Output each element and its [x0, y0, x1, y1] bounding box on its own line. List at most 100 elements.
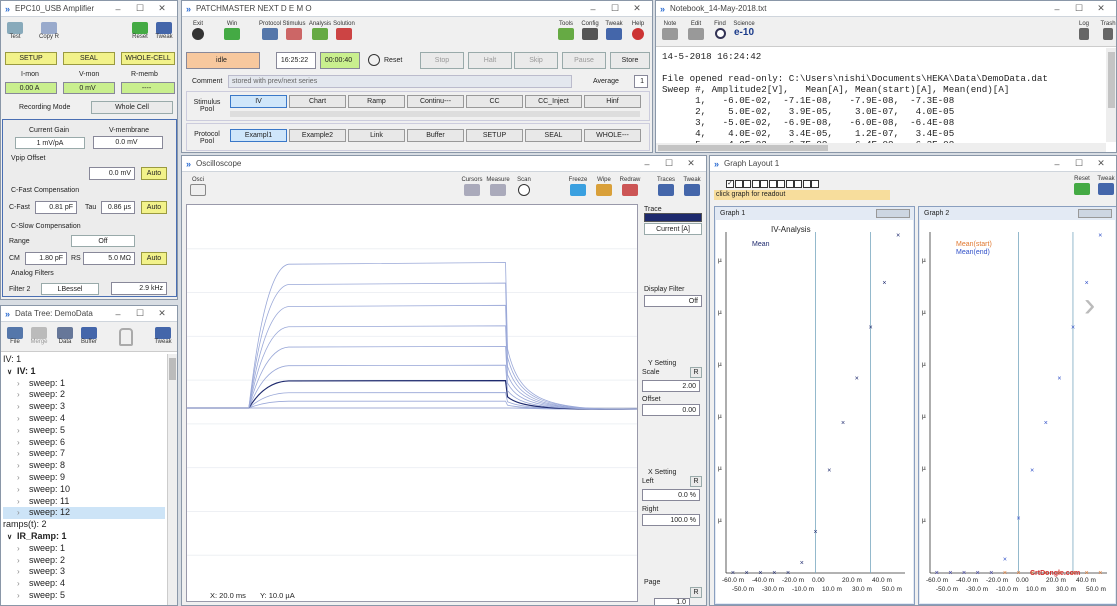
c-slow-auto-button[interactable]: Auto: [141, 252, 167, 265]
data-tool-button[interactable]: ​Data: [53, 326, 77, 350]
graph-select-checkbox[interactable]: ✓: [726, 180, 734, 188]
wipe-tool-button[interactable]: Wipe​: [592, 177, 616, 201]
stim-pool-item-1[interactable]: Chart: [289, 95, 346, 108]
close-button[interactable]: ✕: [151, 308, 173, 319]
tree-sweep-row[interactable]: › sweep: 3: [3, 401, 165, 413]
proto-pool-item-6[interactable]: WHOLE---: [584, 129, 641, 142]
c-fast-field[interactable]: 0.81 pF: [35, 201, 77, 214]
osci-tool-button[interactable]: Osci​: [186, 177, 210, 201]
tree-sweep-row[interactable]: › sweep: 6: [3, 437, 165, 449]
close-button[interactable]: ✕: [626, 3, 648, 14]
tree-sweep-row[interactable]: › sweep: 2: [3, 389, 165, 401]
stop-button[interactable]: Stop: [420, 52, 464, 69]
page-field[interactable]: 1.0: [654, 598, 690, 605]
chevron-right-icon[interactable]: ›: [17, 472, 29, 484]
file-tool-button[interactable]: ​File: [3, 326, 27, 350]
minimize-button[interactable]: –: [107, 309, 129, 319]
scale-field[interactable]: 2.00: [642, 380, 700, 392]
freeze-tool-button[interactable]: Freeze​: [566, 177, 590, 201]
graph-select-checkbox[interactable]: [802, 180, 811, 188]
halt-button[interactable]: Halt: [468, 52, 512, 69]
expand-chevron-icon[interactable]: ∨: [7, 532, 17, 544]
left-field[interactable]: 0.0 %: [642, 489, 700, 501]
tau-field[interactable]: 0.86 µs: [101, 201, 135, 214]
minimize-button[interactable]: –: [636, 159, 658, 169]
graph-select-checkbox[interactable]: [760, 180, 768, 188]
minimize-button[interactable]: –: [1046, 159, 1068, 169]
close-button[interactable]: ✕: [680, 158, 702, 169]
maximize-button[interactable]: ☐: [658, 158, 680, 169]
v-membrane-field[interactable]: 0.0 mV: [93, 136, 163, 149]
science-tool-button[interactable]: Science e-10: [732, 21, 756, 45]
analysis-tool-button[interactable]: Analysis​: [308, 21, 332, 45]
graph-select-checkbox[interactable]: [811, 180, 819, 188]
offset-field[interactable]: 0.00: [642, 404, 700, 416]
chevron-right-icon[interactable]: ›: [17, 378, 29, 390]
reset-tool-button[interactable]: ​Reset: [128, 21, 152, 45]
recording-mode-select[interactable]: Whole Cell: [91, 101, 173, 114]
trash-tool-button[interactable]: Trash​: [1096, 21, 1116, 45]
notebook-vscrollbar[interactable]: [1106, 48, 1116, 142]
tree-root-row[interactable]: IV: 1: [3, 354, 165, 366]
osc-tweak-tool-button[interactable]: Tweak​: [680, 177, 704, 201]
chevron-right-icon[interactable]: ›: [17, 578, 29, 590]
close-button[interactable]: ✕: [151, 3, 173, 14]
chevron-right-icon[interactable]: ›: [17, 566, 29, 578]
graph-reset-tool-button[interactable]: Reset​: [1070, 176, 1094, 200]
graph-1-window-buttons[interactable]: [876, 209, 910, 218]
test-tool-button[interactable]: ​Test: [3, 21, 27, 45]
maximize-button[interactable]: ☐: [604, 3, 626, 14]
graph-select-checkbox[interactable]: [768, 180, 777, 188]
chevron-right-icon[interactable]: ›: [17, 401, 29, 413]
stim-pool-item-2[interactable]: Ramp: [348, 95, 405, 108]
stim-pool-item-5[interactable]: CC_Inject: [525, 95, 582, 108]
chevron-right-icon[interactable]: ›: [17, 543, 29, 555]
pm-tweak-tool-button[interactable]: Tweak​: [602, 21, 626, 45]
buffer-tool-button[interactable]: ​Buffer: [77, 326, 101, 350]
setup-button[interactable]: SETUP: [5, 52, 57, 65]
tree-sweep-row[interactable]: › sweep: 9: [3, 472, 165, 484]
close-button[interactable]: ✕: [1090, 3, 1112, 14]
graph-2-window-buttons[interactable]: [1078, 209, 1112, 218]
help-tool-button[interactable]: Help​: [626, 21, 650, 45]
win-tool-button[interactable]: Win​: [220, 21, 244, 45]
comment-field[interactable]: stored with prev/next series: [228, 75, 572, 88]
chevron-right-icon[interactable]: ›: [17, 555, 29, 567]
tree-root-row[interactable]: ramps(t): 2: [3, 519, 165, 531]
maximize-button[interactable]: ☐: [1068, 3, 1090, 14]
reset-button[interactable]: Reset: [384, 57, 402, 64]
notebook-hscroll-thumb[interactable]: [658, 145, 828, 151]
tree-sweep-row[interactable]: › sweep: 1: [3, 543, 165, 555]
stim-pool-item-3[interactable]: Continu---: [407, 95, 464, 108]
graph-select-checkbox[interactable]: [734, 180, 743, 188]
proto-pool-item-1[interactable]: Example2: [289, 129, 346, 142]
notebook-text[interactable]: 14-5-2018 16:24:42 File opened read-only:…: [662, 51, 1102, 143]
stim-pool-item-6[interactable]: Hinf: [584, 95, 641, 108]
graph-select-checkbox[interactable]: [743, 180, 751, 188]
protocol-tool-button[interactable]: Protocol​: [258, 21, 282, 45]
tree-sweep-row[interactable]: › sweep: 11: [3, 496, 165, 508]
tree-sweep-row[interactable]: › sweep: 3: [3, 566, 165, 578]
next-arrow-icon[interactable]: ›: [1084, 288, 1095, 322]
rs-field[interactable]: 5.0 MΩ: [83, 252, 135, 265]
tree-group-row[interactable]: ∨ IR_Ramp: 1: [3, 531, 165, 543]
proto-pool-item-3[interactable]: Buffer: [407, 129, 464, 142]
maximize-button[interactable]: ☐: [129, 3, 151, 14]
chevron-right-icon[interactable]: ›: [17, 425, 29, 437]
store-button[interactable]: Store: [610, 52, 650, 69]
chevron-right-icon[interactable]: ›: [17, 389, 29, 401]
graph-1-plot[interactable]: µ µ µ µ µ µ -60.0 m -40.0 m -20.0 m 0.00 20.0 m 40.…: [716, 220, 913, 603]
tree-sweep-row[interactable]: › sweep: 1: [3, 378, 165, 390]
minimize-button[interactable]: –: [582, 4, 604, 14]
config-tool-button[interactable]: Config​: [578, 21, 602, 45]
proto-pool-item-0[interactable]: Exampl1: [230, 129, 287, 142]
x-reset-button[interactable]: R: [690, 476, 702, 487]
minimize-button[interactable]: –: [1046, 4, 1068, 14]
graph-select-checkbox[interactable]: [751, 180, 760, 188]
solution-tool-button[interactable]: Solution​: [332, 21, 356, 45]
tree-tweak-tool-button[interactable]: ​Tweak: [151, 326, 175, 350]
merge-tool-button[interactable]: ​Merge: [27, 326, 51, 350]
tree-group-row[interactable]: ∨ IV: 1: [3, 366, 165, 378]
average-field[interactable]: 1: [634, 75, 648, 88]
stim-pool-item-0[interactable]: IV: [230, 95, 287, 108]
